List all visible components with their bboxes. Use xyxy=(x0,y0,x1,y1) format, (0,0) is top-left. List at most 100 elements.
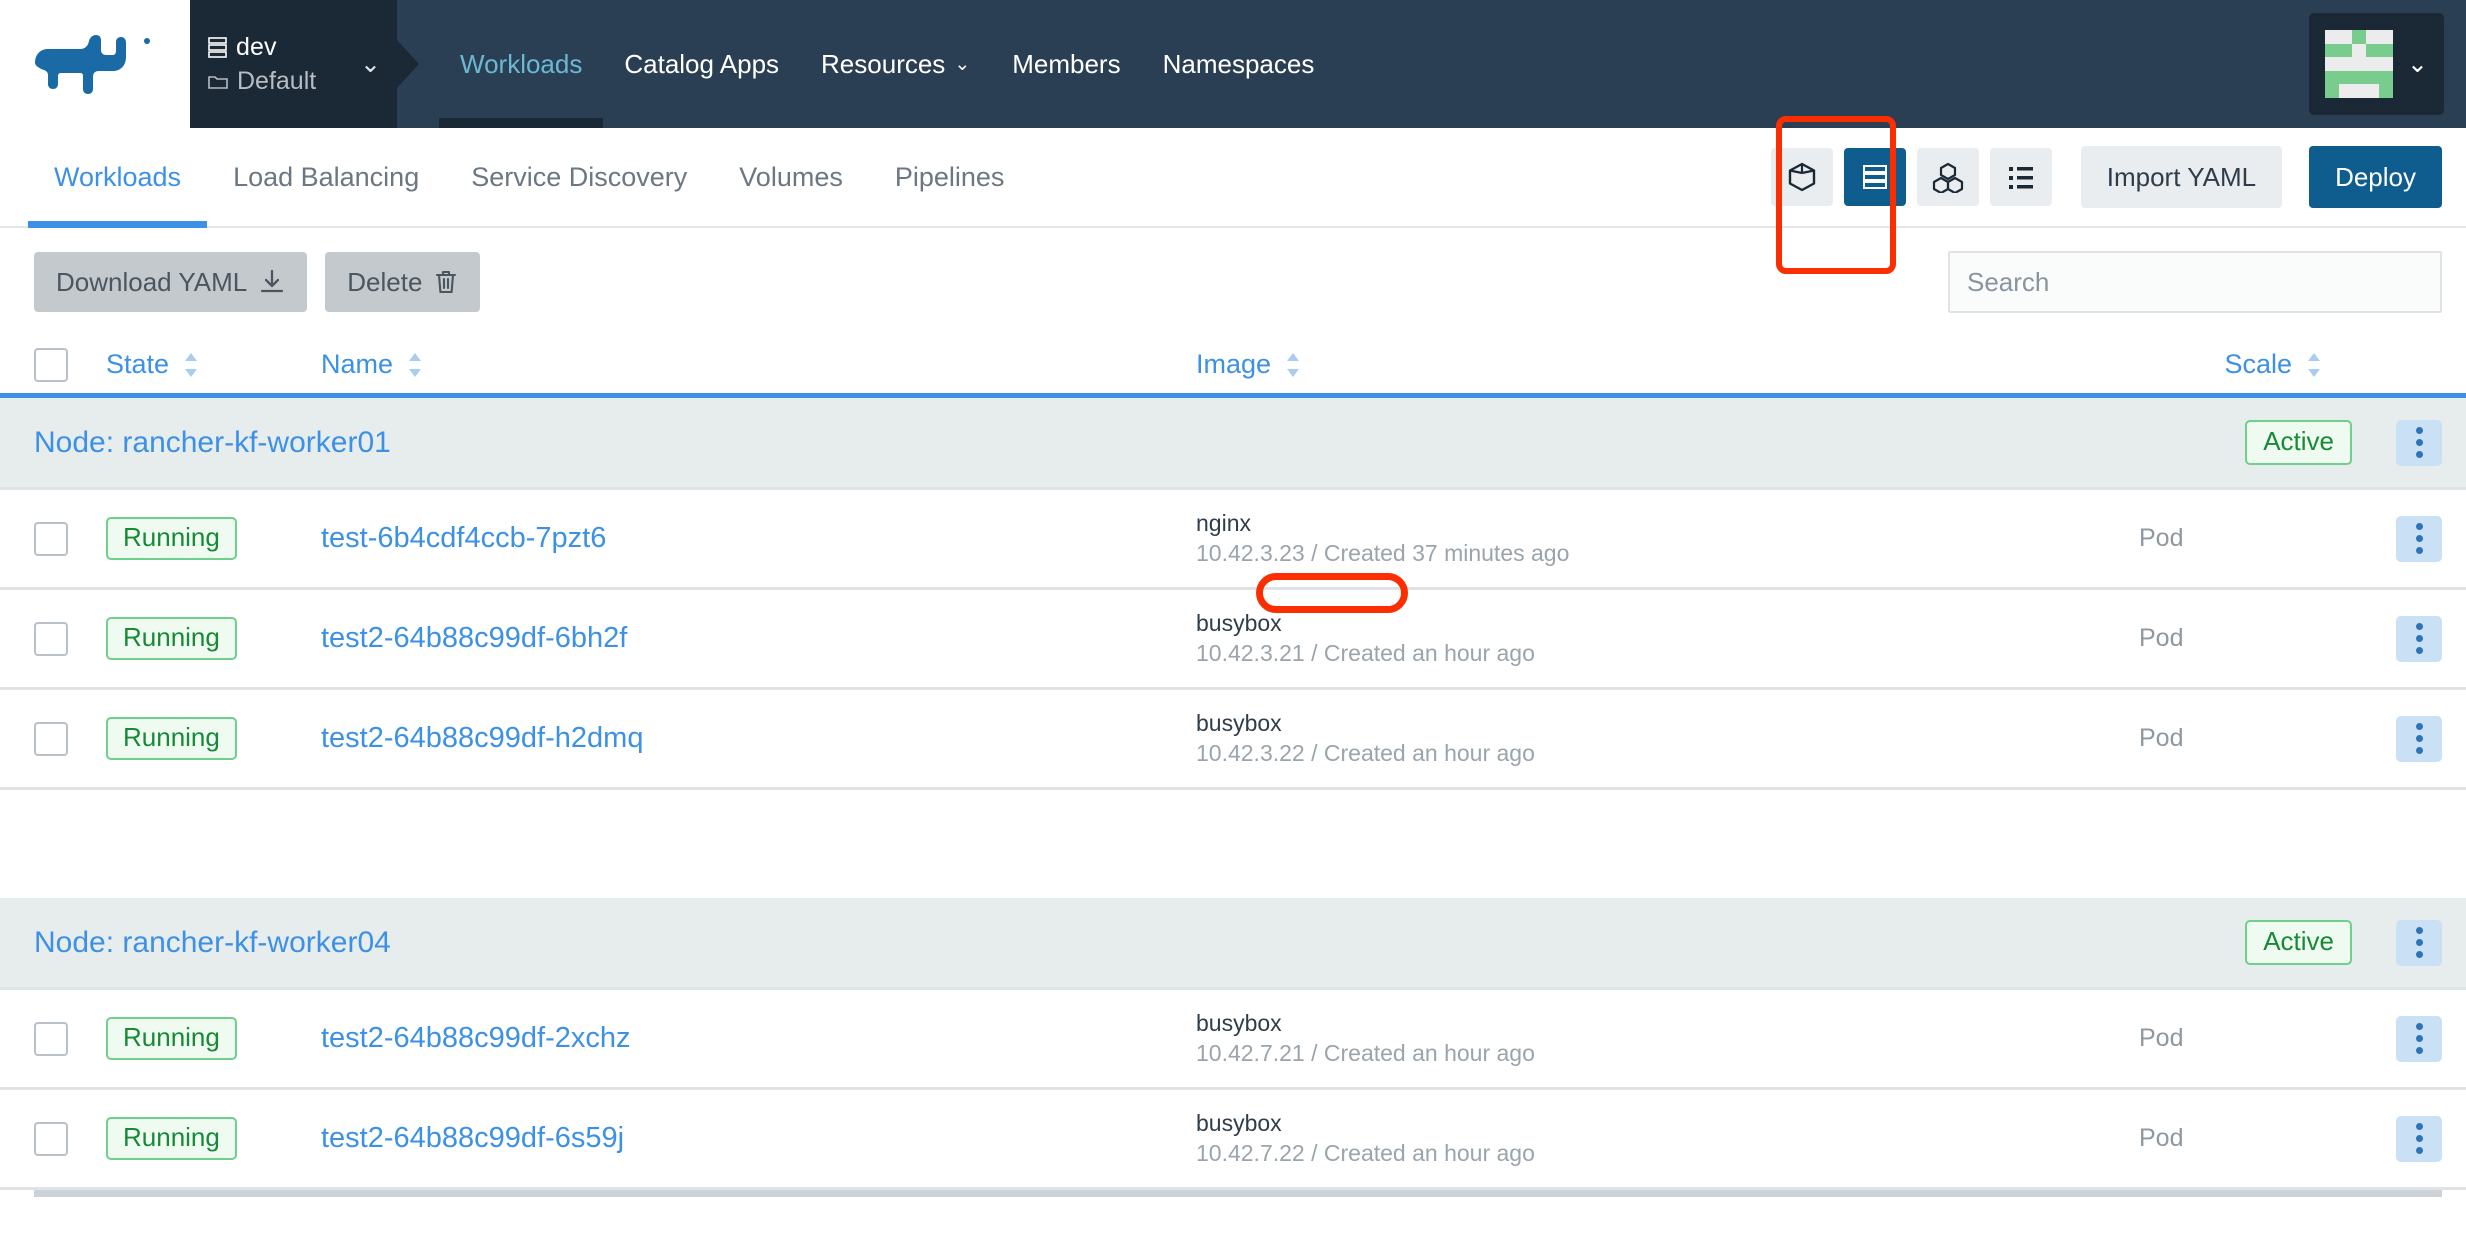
pod-ip: 10.42.3.22 xyxy=(1196,740,1305,766)
image-name: busybox xyxy=(1196,610,2139,637)
folder-icon xyxy=(208,73,228,90)
bulk-action-bar: Download YAML Delete xyxy=(0,228,2466,336)
row-select-cell xyxy=(34,722,106,756)
row-actions-menu-button[interactable] xyxy=(2396,516,2442,562)
row-checkbox[interactable] xyxy=(34,722,68,756)
row-checkbox[interactable] xyxy=(34,1122,68,1156)
nav-item-label: Catalog Apps xyxy=(624,49,779,80)
nav-item-namespaces[interactable]: Namespaces xyxy=(1142,0,1336,128)
view-toggle-group[interactable] xyxy=(1917,148,1979,206)
cube-icon xyxy=(1786,161,1818,193)
row-actions-menu-button[interactable] xyxy=(2396,716,2442,762)
nav-item-label: Resources xyxy=(821,49,945,80)
column-header-label: Image xyxy=(1196,349,1271,380)
row-name-cell: test2-64b88c99df-6s59j xyxy=(321,1122,1196,1155)
column-header-label: State xyxy=(106,349,169,380)
row-scale-cell: Pod xyxy=(2139,724,2324,753)
group-spacer xyxy=(0,790,2466,898)
rancher-logo[interactable] xyxy=(0,0,190,128)
row-state-cell: Running xyxy=(106,617,321,660)
avatar xyxy=(2325,30,2393,98)
column-header-image[interactable]: Image xyxy=(1196,349,2139,380)
column-header-name[interactable]: Name xyxy=(321,349,1196,380)
row-image-cell: busybox 10.42.7.22 / Created an hour ago xyxy=(1196,1110,2139,1167)
row-actions-menu-button[interactable] xyxy=(2396,616,2442,662)
table-bottom-divider xyxy=(34,1190,2442,1197)
cubes-group-icon xyxy=(1932,161,1964,193)
view-toggle-node[interactable] xyxy=(1844,148,1906,206)
download-yaml-label: Download YAML xyxy=(56,267,247,298)
scale-value: Pod xyxy=(2139,524,2183,552)
column-header-scale[interactable]: Scale xyxy=(2139,349,2324,380)
import-yaml-button[interactable]: Import YAML xyxy=(2081,146,2282,208)
tab-workloads[interactable]: Workloads xyxy=(28,128,207,226)
row-checkbox[interactable] xyxy=(34,622,68,656)
secondary-navigation: Workloads Load Balancing Service Discove… xyxy=(0,128,2466,228)
row-checkbox[interactable] xyxy=(34,522,68,556)
row-image-cell: busybox 10.42.3.22 / Created an hour ago xyxy=(1196,710,2139,767)
pod-name-link[interactable]: test-6b4cdf4ccb-7pzt6 xyxy=(321,522,606,554)
state-badge: Running xyxy=(106,1017,237,1060)
node-group-title[interactable]: Node: rancher-kf-worker01 xyxy=(34,426,391,460)
chevron-down-icon: ⌄ xyxy=(2407,52,2428,77)
scale-value: Pod xyxy=(2139,624,2183,652)
pod-ip: 10.42.7.21 xyxy=(1196,1040,1305,1066)
delete-label: Delete xyxy=(347,267,422,298)
list-bullets-icon xyxy=(2005,161,2037,193)
tab-label: Pipelines xyxy=(895,162,1005,193)
nav-arrow-decoration xyxy=(397,40,419,88)
view-toggle-list[interactable] xyxy=(1990,148,2052,206)
created-time: Created 37 minutes ago xyxy=(1324,540,1570,566)
cluster-project-selector[interactable]: dev Default ⌄ xyxy=(190,0,397,128)
column-header-state[interactable]: State xyxy=(106,349,321,380)
nav-item-workloads[interactable]: Workloads xyxy=(439,0,603,128)
row-actions-cell xyxy=(2324,516,2442,562)
scale-value: Pod xyxy=(2139,1124,2183,1152)
row-actions-cell xyxy=(2324,616,2442,662)
row-state-cell: Running xyxy=(106,717,321,760)
tab-volumes[interactable]: Volumes xyxy=(713,128,869,226)
node-group-right: Active xyxy=(2245,920,2442,966)
pod-name-link[interactable]: test2-64b88c99df-6s59j xyxy=(321,1122,624,1154)
trash-icon xyxy=(434,269,458,295)
node-actions-menu-button[interactable] xyxy=(2396,920,2442,966)
pod-name-link[interactable]: test2-64b88c99df-6bh2f xyxy=(321,622,627,654)
row-actions-cell xyxy=(2324,1116,2442,1162)
pod-name-link[interactable]: test2-64b88c99df-h2dmq xyxy=(321,722,643,754)
pod-name-link[interactable]: test2-64b88c99df-2xchz xyxy=(321,1022,631,1054)
tab-service-discovery[interactable]: Service Discovery xyxy=(445,128,713,226)
status-badge: Active xyxy=(2245,420,2352,465)
nav-item-resources[interactable]: Resources ⌄ xyxy=(800,0,991,128)
column-header-label: Name xyxy=(321,349,393,380)
node-group-title[interactable]: Node: rancher-kf-worker04 xyxy=(34,926,391,960)
row-checkbox[interactable] xyxy=(34,1022,68,1056)
row-actions-cell xyxy=(2324,1016,2442,1062)
row-name-cell: test-6b4cdf4ccb-7pzt6 xyxy=(321,522,1196,555)
row-scale-cell: Pod xyxy=(2139,1124,2324,1153)
select-all-checkbox[interactable] xyxy=(34,348,68,382)
deploy-button[interactable]: Deploy xyxy=(2309,146,2442,208)
row-select-cell xyxy=(34,1122,106,1156)
node-group-header: Node: rancher-kf-worker01 Active xyxy=(0,398,2466,490)
row-select-cell xyxy=(34,522,106,556)
tab-label: Service Discovery xyxy=(471,162,687,193)
image-meta: 10.42.7.21 / Created an hour ago xyxy=(1196,1040,2139,1067)
nav-item-members[interactable]: Members xyxy=(991,0,1141,128)
tab-load-balancing[interactable]: Load Balancing xyxy=(207,128,445,226)
row-actions-menu-button[interactable] xyxy=(2396,1016,2442,1062)
nav-item-catalog-apps[interactable]: Catalog Apps xyxy=(603,0,800,128)
row-actions-menu-button[interactable] xyxy=(2396,1116,2442,1162)
scale-value: Pod xyxy=(2139,1024,2183,1052)
tab-pipelines[interactable]: Pipelines xyxy=(869,128,1031,226)
state-badge: Running xyxy=(106,617,237,660)
search-input[interactable] xyxy=(1948,251,2442,313)
row-actions-cell xyxy=(2324,716,2442,762)
row-image-cell: nginx 10.42.3.23 / Created 37 minutes ag… xyxy=(1196,510,2139,567)
node-actions-menu-button[interactable] xyxy=(2396,420,2442,466)
meta-separator: / xyxy=(1305,540,1324,566)
user-menu[interactable]: ⌄ xyxy=(2309,13,2444,115)
created-time: Created an hour ago xyxy=(1324,640,1535,666)
delete-button[interactable]: Delete xyxy=(325,252,480,312)
view-toggle-workload[interactable] xyxy=(1771,148,1833,206)
download-yaml-button[interactable]: Download YAML xyxy=(34,252,307,312)
